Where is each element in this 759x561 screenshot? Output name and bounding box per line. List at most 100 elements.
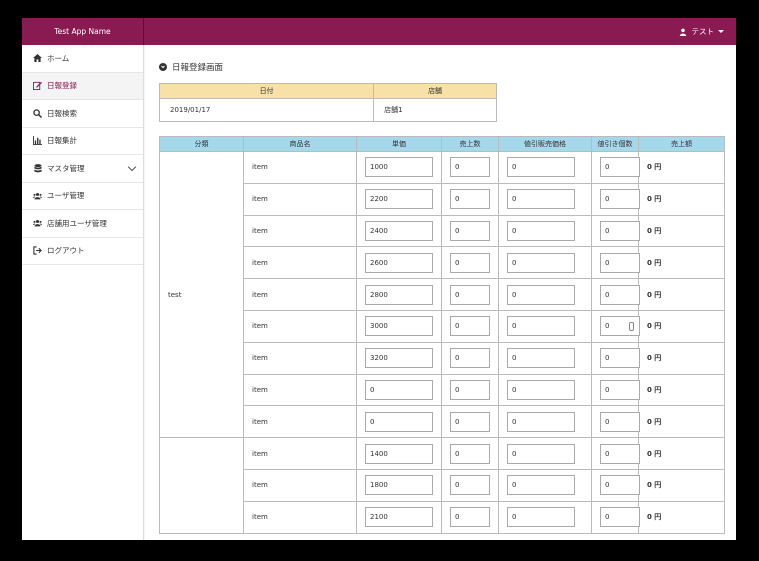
sales-qty-input[interactable]: 0 bbox=[450, 443, 490, 464]
discount-price-input[interactable]: 0 bbox=[507, 411, 575, 432]
discount-qty-input[interactable]: 0 bbox=[600, 443, 640, 464]
discount-price-input[interactable]: 0 bbox=[507, 252, 575, 273]
unit-price-input[interactable]: 2800 bbox=[365, 284, 433, 305]
search-icon bbox=[33, 109, 42, 118]
sales-qty-input-cell: 0 bbox=[441, 341, 499, 375]
discount-price-input[interactable]: 0 bbox=[507, 157, 575, 178]
sales-qty-input-value: 0 bbox=[455, 417, 460, 426]
discount-price-input[interactable]: 0 bbox=[507, 443, 575, 464]
discount-qty-input[interactable]: 0 bbox=[600, 252, 640, 273]
sales-amount-cell: 0 円 bbox=[638, 373, 725, 407]
chevron-down-icon[interactable] bbox=[127, 162, 137, 172]
sales-qty-input-cell: 0 bbox=[441, 309, 499, 343]
discount-price-input[interactable]: 0 bbox=[507, 475, 575, 496]
home-icon bbox=[33, 54, 42, 63]
unit-price-input[interactable]: 0 bbox=[365, 411, 433, 432]
discount-price-input[interactable]: 0 bbox=[507, 316, 575, 337]
discount-qty-input[interactable]: 0 bbox=[600, 475, 640, 496]
sales-qty-input[interactable]: 0 bbox=[450, 316, 490, 337]
discount-price-input[interactable]: 0 bbox=[507, 284, 575, 305]
unit-price-input-cell: 2600 bbox=[356, 246, 442, 280]
sidebar-item-home[interactable]: ホーム bbox=[22, 45, 143, 73]
unit-price-input-value: 2800 bbox=[370, 290, 388, 299]
product-name-cell: item bbox=[243, 500, 357, 534]
discount-qty-input[interactable]: 0 bbox=[600, 348, 640, 369]
sales-qty-input[interactable]: 0 bbox=[450, 157, 490, 178]
unit-price-input[interactable]: 2400 bbox=[365, 220, 433, 241]
discount-price-input-cell: 0 bbox=[498, 500, 592, 534]
unit-price-input[interactable]: 2100 bbox=[365, 507, 433, 528]
sidebar-item-logout[interactable]: ログアウト bbox=[22, 238, 143, 265]
unit-price-input-value: 0 bbox=[370, 385, 375, 394]
discount-price-input[interactable]: 0 bbox=[507, 507, 575, 528]
unit-price-input[interactable]: 1400 bbox=[365, 443, 433, 464]
sales-qty-input[interactable]: 0 bbox=[450, 252, 490, 273]
unit-price-input[interactable]: 3000 bbox=[365, 316, 433, 337]
discount-qty-input[interactable]: 0 bbox=[600, 316, 640, 337]
discount-price-input[interactable]: 0 bbox=[507, 379, 575, 400]
discount-price-input[interactable]: 0 bbox=[507, 189, 575, 210]
sales-qty-input-cell: 0 bbox=[441, 278, 499, 311]
sales-qty-input[interactable]: 0 bbox=[450, 220, 490, 241]
discount-qty-input[interactable]: 0 bbox=[600, 157, 640, 178]
sidebar-item-store-users[interactable]: 店舗用ユーザ管理 bbox=[22, 210, 143, 238]
sales-qty-input[interactable]: 0 bbox=[450, 348, 490, 369]
sales-qty-input[interactable]: 0 bbox=[450, 379, 490, 400]
discount-qty-input-cell: 0 bbox=[591, 246, 640, 280]
database-icon bbox=[33, 163, 42, 173]
discount-qty-input[interactable]: 0 bbox=[600, 284, 640, 305]
sales-qty-input[interactable]: 0 bbox=[450, 507, 490, 528]
sidebar-item-daily-report-search[interactable]: 日報検索 bbox=[22, 100, 143, 128]
sidebar-item-daily-report-entry[interactable]: 日報登録 bbox=[22, 72, 143, 100]
discount-qty-input-value: 0 bbox=[605, 481, 610, 490]
discount-price-input-cell: 0 bbox=[498, 182, 592, 216]
users-icon bbox=[33, 191, 42, 200]
app-name[interactable]: Test App Name bbox=[22, 18, 144, 45]
sales-table: 分類 商品名 単価 売上数 値引販売価格 値引き個数 売上額 test item 1… bbox=[159, 136, 725, 534]
unit-price-input-value: 1400 bbox=[370, 449, 388, 458]
discount-qty-input[interactable]: 0 bbox=[600, 379, 640, 400]
table-row: item 1800 0 0 0 0 円 bbox=[160, 468, 725, 502]
discount-price-input-cell: 0 bbox=[498, 437, 592, 470]
discount-price-input[interactable]: 0 bbox=[507, 220, 575, 241]
unit-price-input[interactable]: 1800 bbox=[365, 475, 433, 496]
sidebar-item-label: マスタ管理 bbox=[47, 163, 85, 173]
sales-qty-input-cell: 0 bbox=[441, 214, 499, 248]
sidebar-item-daily-report-summary[interactable]: 日報集計 bbox=[22, 128, 143, 155]
sales-qty-input[interactable]: 0 bbox=[450, 411, 490, 432]
unit-price-input[interactable]: 2200 bbox=[365, 189, 433, 210]
discount-qty-input[interactable]: 0 bbox=[600, 220, 640, 241]
discount-price-input-cell: 0 bbox=[498, 309, 592, 343]
discount-price-input-cell: 0 bbox=[498, 278, 592, 311]
sales-qty-input[interactable]: 0 bbox=[450, 475, 490, 496]
sidebar-item-label: 日報登録 bbox=[47, 81, 77, 91]
store-header: 店舗 bbox=[373, 83, 497, 99]
sidebar-item-label: 日報検索 bbox=[47, 108, 77, 118]
unit-price-input[interactable]: 3200 bbox=[365, 348, 433, 369]
unit-price-input-value: 2600 bbox=[370, 258, 388, 267]
sales-qty-input[interactable]: 0 bbox=[450, 189, 490, 210]
sales-qty-input-value: 0 bbox=[455, 322, 460, 331]
table-row: item 3000 0 0 0 0 円 bbox=[160, 309, 725, 343]
discount-qty-input[interactable]: 0 bbox=[600, 189, 640, 210]
table-row: item 2800 0 0 0 0 円 bbox=[160, 278, 725, 311]
unit-price-input-cell: 3200 bbox=[356, 341, 442, 375]
col-discount-price: 値引販売価格 bbox=[498, 136, 592, 152]
sales-qty-input[interactable]: 0 bbox=[450, 284, 490, 305]
unit-price-input[interactable]: 2600 bbox=[365, 252, 433, 273]
sidebar-item-master[interactable]: マスタ管理 bbox=[22, 155, 143, 183]
discount-qty-input[interactable]: 0 bbox=[600, 507, 640, 528]
unit-price-input[interactable]: 0 bbox=[365, 379, 433, 400]
product-name-cell: item bbox=[243, 437, 357, 470]
discount-qty-input[interactable]: 0 bbox=[600, 411, 640, 432]
discount-qty-input-cell: 0 bbox=[591, 214, 640, 248]
discount-price-input-value: 0 bbox=[512, 258, 517, 267]
unit-price-input-cell: 1000 bbox=[356, 151, 442, 184]
unit-price-input[interactable]: 1000 bbox=[365, 157, 433, 178]
sidebar-item-users[interactable]: ユーザ管理 bbox=[22, 183, 143, 210]
top-navbar: Test App Name テスト bbox=[22, 18, 736, 45]
user-menu[interactable]: テスト bbox=[679, 18, 724, 45]
unit-price-input-cell: 2800 bbox=[356, 278, 442, 311]
stepper-icon[interactable] bbox=[629, 322, 634, 332]
discount-price-input[interactable]: 0 bbox=[507, 348, 575, 369]
